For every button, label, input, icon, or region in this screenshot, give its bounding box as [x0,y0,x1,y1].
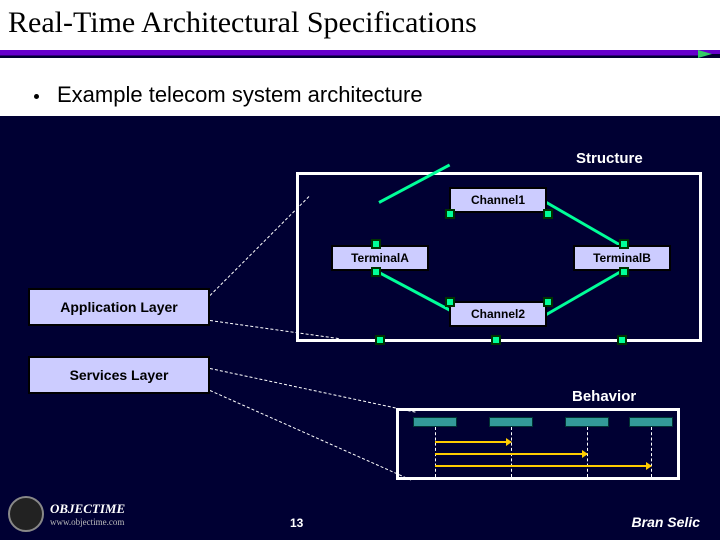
port-icon [445,297,455,307]
logo-text: OBJECTIME www.objectime.com [50,501,125,527]
application-layer-box: Application Layer [28,288,210,326]
connector [542,199,621,247]
port-icon [617,335,627,345]
brand-name: OBJECTIME [50,501,125,516]
bullet-row: Example telecom system architecture [34,82,423,108]
bullet-dot-icon [34,94,39,99]
slide-title: Real-Time Architectural Specifications [0,0,720,54]
port-icon [543,297,553,307]
port-icon [445,209,455,219]
capsule-channel2: Channel2 [449,301,547,327]
connector [378,271,452,312]
port-icon [371,239,381,249]
structure-heading: Structure [576,150,643,167]
callout-line [210,196,310,296]
callout-line [210,368,416,413]
message-arrow [435,465,651,467]
port-icon [619,267,629,277]
lifeline [435,427,436,477]
port-icon [375,335,385,345]
lifeline-head [489,417,533,427]
author-name: Bran Selic [632,514,700,530]
lifeline-head [629,417,673,427]
message-arrow [435,453,587,455]
footer-logo: OBJECTIME www.objectime.com [8,496,125,532]
lifeline-head [565,417,609,427]
bullet-text: Example telecom system architecture [57,82,423,108]
capsule-channel1: Channel1 [449,187,547,213]
title-underline-arrow [0,50,720,60]
port-icon [491,335,501,345]
page-number: 13 [290,516,303,530]
logo-icon [8,496,44,532]
connector [542,270,621,318]
behavior-diagram [396,408,680,480]
port-icon [543,209,553,219]
connector [378,164,450,204]
behavior-heading: Behavior [572,388,636,405]
structure-diagram: Channel1 Channel2 TerminalA TerminalB [296,172,702,342]
port-icon [371,267,381,277]
lifeline-head [413,417,457,427]
services-layer-box: Services Layer [28,356,210,394]
port-icon [619,239,629,249]
lifeline [511,427,512,477]
message-arrow [435,441,511,443]
brand-url: www.objectime.com [50,517,125,527]
